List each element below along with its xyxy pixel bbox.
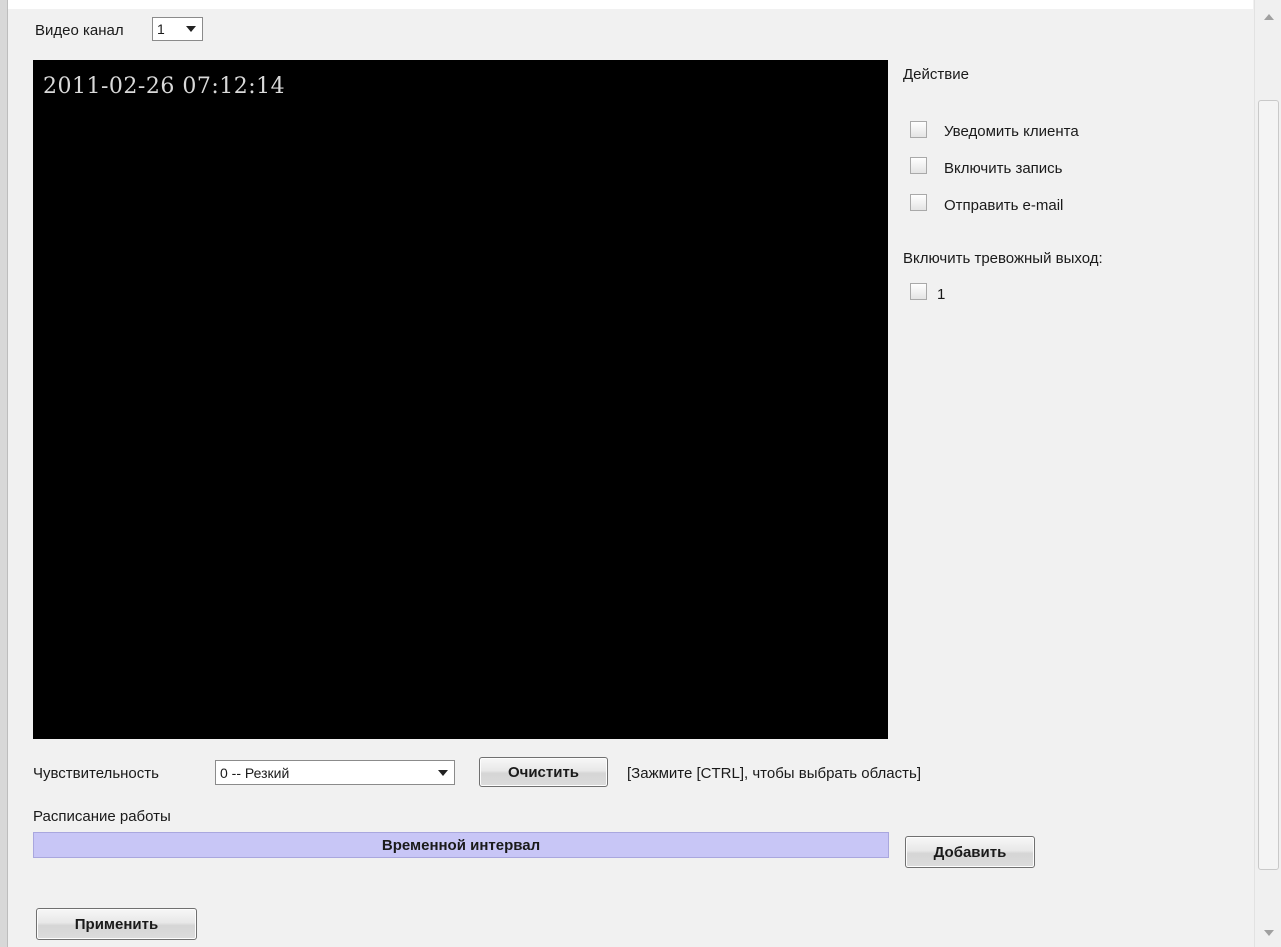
enable-recording-label: Включить запись [944, 160, 1063, 177]
time-interval-header: Временной интервал [33, 832, 889, 858]
scroll-up-arrow-icon[interactable] [1264, 14, 1274, 20]
sensitivity-value: 0 -- Резкий [220, 764, 290, 781]
schedule-label: Расписание работы [33, 808, 171, 825]
enable-recording-checkbox[interactable] [910, 157, 927, 174]
time-interval-label: Временной интервал [381, 836, 541, 854]
sensitivity-label: Чувствительность [33, 765, 159, 782]
clear-button[interactable]: Очистить [479, 757, 608, 787]
video-preview[interactable]: 2011-02-26 07:12:14 [33, 60, 888, 739]
alarm-output-1-checkbox[interactable] [910, 283, 927, 300]
video-channel-select[interactable]: 1 [152, 17, 203, 41]
left-frame-border [0, 0, 8, 947]
video-channel-value: 1 [157, 21, 165, 37]
scrollbar-thumb[interactable] [1258, 100, 1279, 870]
video-timestamp: 2011-02-26 07:12:14 [43, 74, 286, 99]
sensitivity-select[interactable]: 0 -- Резкий [215, 760, 455, 785]
action-title: Действие [903, 66, 969, 83]
scroll-down-arrow-icon[interactable] [1264, 930, 1274, 936]
add-button[interactable]: Добавить [905, 836, 1035, 868]
send-email-label: Отправить e-mail [944, 197, 1064, 214]
chevron-down-icon [186, 26, 196, 32]
video-channel-label: Видео канал [35, 22, 124, 39]
alarm-output-1-label: 1 [937, 286, 946, 303]
select-area-hint: [Зажмите [CTRL], чтобы выбрать область] [627, 765, 922, 782]
notify-client-label: Уведомить клиента [944, 123, 1079, 140]
alarm-output-label: Включить тревожный выход: [903, 250, 1103, 267]
notify-client-checkbox[interactable] [910, 121, 927, 138]
vertical-scrollbar[interactable] [1254, 0, 1281, 947]
apply-button[interactable]: Применить [36, 908, 197, 940]
chevron-down-icon [438, 769, 448, 776]
send-email-checkbox[interactable] [910, 194, 927, 211]
top-frame-strip [8, 0, 1253, 9]
